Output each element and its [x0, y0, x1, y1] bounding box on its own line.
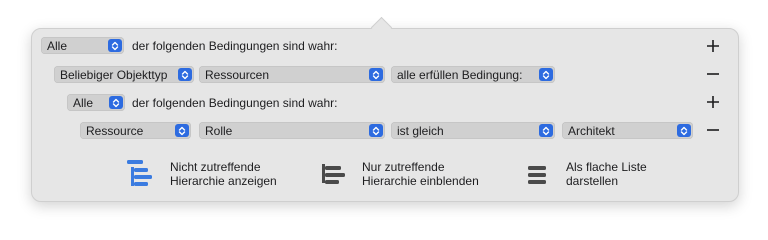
resources-select[interactable]: Ressourcen	[199, 66, 385, 83]
quantifier-select-top[interactable]: Alle	[41, 37, 124, 54]
role-select-value: Rolle	[205, 123, 233, 138]
quantifier-select-top-value: Alle	[47, 38, 68, 53]
match-condition-select-value: alle erfüllen Bedingung:	[397, 67, 523, 82]
chevron-updown-icon	[539, 68, 553, 81]
remove-condition-nested-icon[interactable]	[706, 123, 720, 137]
add-condition-top-icon[interactable]	[706, 39, 720, 53]
hierarchy-collapse-icon	[322, 164, 345, 184]
hierarchy-show-icon	[127, 160, 152, 186]
chevron-updown-icon	[539, 124, 553, 137]
condition-text-nested: der folgenden Bedingungen sind wahr:	[132, 96, 338, 110]
condition-text-top: der folgenden Bedingungen sind wahr:	[132, 39, 338, 53]
chevron-updown-icon	[108, 39, 122, 52]
remove-condition-icon[interactable]	[706, 67, 720, 81]
quantifier-select-nested-value: Alle	[73, 95, 94, 110]
object-type-select-value: Beliebiger Objekttyp	[60, 67, 168, 82]
chevron-updown-icon	[175, 124, 189, 137]
show-matching-label-1: Nur zutreffende	[362, 160, 445, 174]
flat-list-icon	[528, 166, 546, 184]
flat-list-label-2: darstellen	[566, 174, 619, 188]
role-select[interactable]: Rolle	[199, 122, 385, 139]
resource-select[interactable]: Ressource	[80, 122, 191, 139]
show-nonmatching-hierarchy-button[interactable]: Nicht zutreffende Hierarchie anzeigen	[126, 159, 277, 189]
chevron-updown-icon	[369, 68, 383, 81]
match-condition-select[interactable]: alle erfüllen Bedingung:	[391, 66, 555, 83]
show-nonmatching-label-1: Nicht zutreffende	[170, 160, 261, 174]
chevron-updown-icon	[369, 124, 383, 137]
value-select[interactable]: Architekt	[562, 122, 693, 139]
chevron-updown-icon	[178, 68, 192, 81]
show-matching-label-2: Hierarchie einblenden	[362, 174, 479, 188]
flat-list-button[interactable]: Als flache Liste darstellen	[527, 160, 647, 188]
resource-select-value: Ressource	[86, 123, 144, 138]
chevron-updown-icon	[109, 96, 123, 109]
show-matching-hierarchy-button[interactable]: Nur zutreffende Hierarchie einblenden	[320, 160, 479, 188]
chevron-updown-icon	[677, 124, 691, 137]
quantifier-select-nested[interactable]: Alle	[67, 94, 125, 111]
object-type-select[interactable]: Beliebiger Objekttyp	[54, 66, 194, 83]
flat-list-label-1: Als flache Liste	[566, 160, 647, 174]
show-nonmatching-label-2: Hierarchie anzeigen	[170, 174, 277, 188]
add-condition-nested-icon[interactable]	[706, 95, 720, 109]
filter-popover: Alle der folgenden Bedingungen sind wahr…	[31, 28, 739, 202]
operator-select[interactable]: ist gleich	[391, 122, 555, 139]
operator-select-value: ist gleich	[397, 123, 444, 138]
value-select-value: Architekt	[568, 123, 615, 138]
resources-select-value: Ressourcen	[205, 67, 270, 82]
